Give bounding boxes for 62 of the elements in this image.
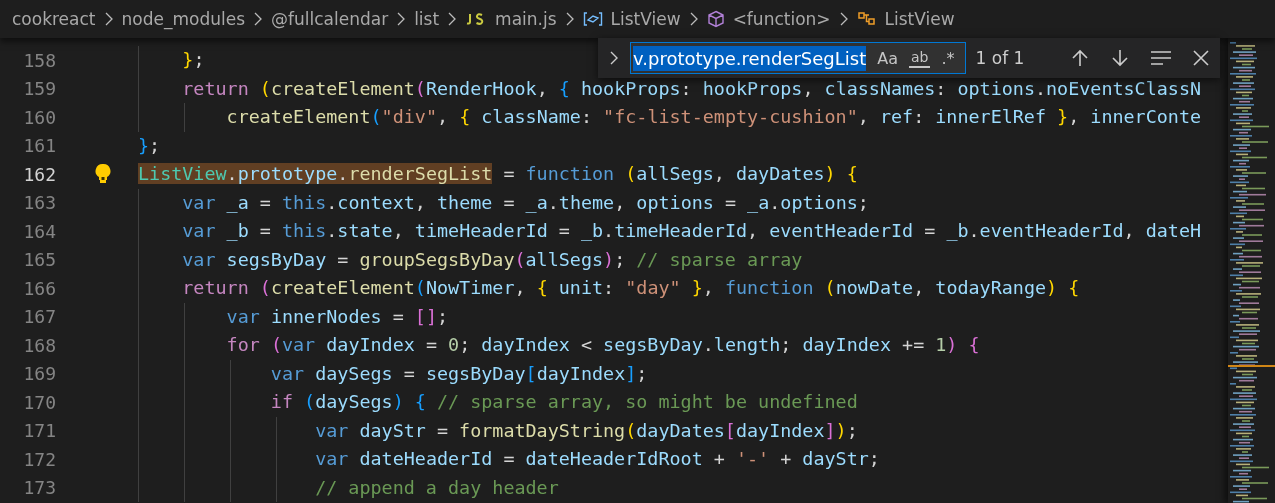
line-number: 172 — [22, 448, 56, 470]
variable-icon — [582, 11, 603, 27]
arrow-down-icon[interactable] — [1110, 48, 1130, 68]
line-number: 158 — [22, 49, 56, 71]
breadcrumb-item[interactable]: <function> — [706, 9, 831, 29]
code-line: var dateHeaderId = dateHeaderIdRoot + '-' + dayStr; — [138, 445, 880, 474]
chevron-right-icon — [688, 12, 699, 26]
chevron-right-icon[interactable] — [608, 49, 620, 67]
breadcrumb-item[interactable]: @fullcalendar — [271, 9, 389, 29]
match-count: 1 of 1 — [975, 48, 1025, 68]
chevron-right-icon — [253, 12, 263, 26]
code-line: var _b = this.state, timeHeaderId = _b.timeHeaderId, eventHeaderId = _b.eventHeaderId, dateH — [138, 217, 1202, 246]
code-line: return (createElement(RenderHook, { hookProps: hookProps, classNames: options.noEventsClassN — [138, 74, 1202, 103]
chevron-right-icon — [103, 12, 114, 26]
code-line: var dayStr = formatDayString(dayDates[dayIndex]); — [138, 416, 858, 445]
line-number: 173 — [22, 477, 56, 499]
code-line: for (var dayIndex = 0; dayIndex < segsByDay.length; dayIndex += 1) { — [138, 331, 980, 360]
chevron-right-icon — [564, 12, 575, 26]
code-line: return (createElement(NowTimer, { unit: "day" }, function (nowDate, todayRange) { — [138, 274, 1080, 303]
breadcrumb-item[interactable]: ListView — [582, 9, 681, 29]
code-line: var innerNodes = []; — [138, 302, 449, 331]
breadcrumb-item[interactable]: node_modules — [121, 9, 245, 29]
line-number: 160 — [22, 106, 56, 128]
chevron-right-icon — [447, 12, 458, 26]
line-number: 170 — [22, 391, 56, 413]
code-line: createElement("div", { className: "fc-list-empty-cushion", ref: innerElRef }, innerConte — [138, 103, 1202, 132]
line-number: 163 — [22, 192, 56, 214]
line-number: 167 — [22, 306, 56, 328]
line-number: 165 — [22, 249, 56, 271]
find-option-toggle[interactable]: Aa — [875, 47, 900, 69]
line-number: 166 — [22, 277, 56, 299]
class-icon — [856, 10, 877, 28]
code-line: if (daySegs) { // sparse array, so might be undefined — [138, 388, 858, 417]
arrow-up-icon[interactable] — [1070, 48, 1090, 68]
code-line: }; — [138, 133, 161, 158]
find-option-toggle[interactable]: ab — [908, 48, 931, 68]
lines-icon[interactable] — [1150, 49, 1172, 67]
code-line: var segsByDay = groupSegsByDay(allSegs); // sparse array — [138, 245, 803, 274]
breadcrumb-item[interactable]: ListView — [856, 9, 955, 29]
code-line: // append a day header — [138, 473, 559, 502]
find-option-toggle[interactable]: .* — [939, 47, 957, 69]
minimap-drawing[interactable] — [1228, 38, 1275, 503]
line-number: 164 — [22, 220, 56, 242]
code-line: ListView.prototype.renderSegList = function (allSegs, dayDates) { — [138, 162, 858, 186]
close-icon[interactable] — [1192, 49, 1210, 67]
line-number: 169 — [22, 363, 56, 385]
code-line: }; — [138, 46, 205, 75]
line-number: 161 — [22, 135, 56, 157]
breadcrumb-item[interactable]: list — [414, 9, 440, 29]
chevron-right-icon — [396, 12, 407, 26]
breadcrumb-item[interactable]: main.js — [465, 9, 557, 29]
find-input-field[interactable]: v.prototype.renderSegList Aa ab .* — [630, 42, 966, 74]
line-number: 168 — [22, 334, 56, 356]
cube-icon — [706, 10, 725, 28]
line-number: 162 — [22, 163, 56, 185]
line-number: 171 — [22, 420, 56, 442]
lightbulb-icon[interactable] — [95, 163, 111, 186]
line-number: 159 — [22, 78, 56, 100]
breadcrumb-item[interactable]: cookreact — [12, 9, 96, 29]
chevron-right-icon — [838, 12, 849, 26]
code-line: var daySegs = segsByDay[dayIndex]; — [138, 359, 648, 388]
code-line: var _a = this.context, theme = _a.theme, options = _a.options; — [138, 188, 869, 217]
